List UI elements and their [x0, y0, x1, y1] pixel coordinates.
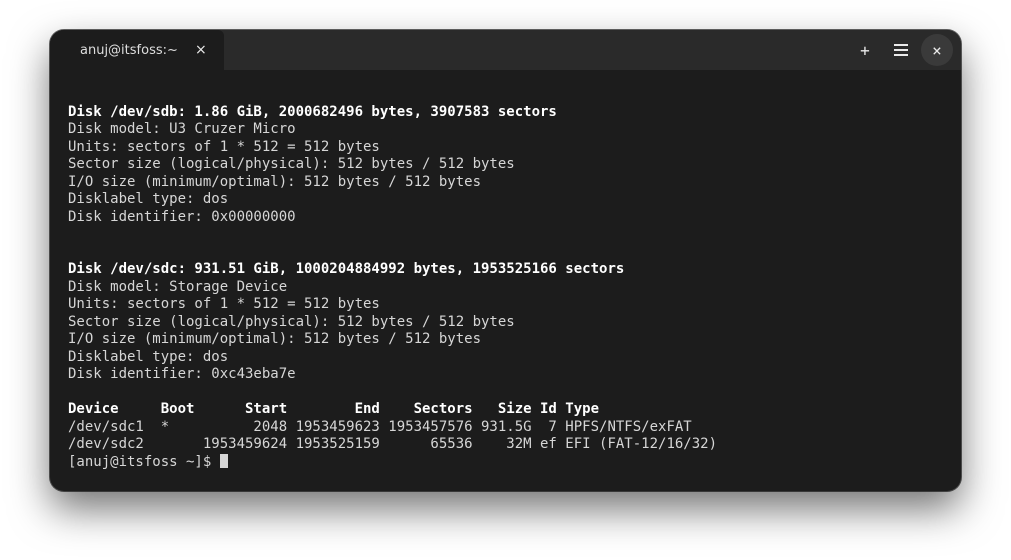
partition-table-header: Device Boot Start End Sectors Size Id Ty…: [68, 401, 599, 417]
partition-row: /dev/sdc2 1953459624 1953525159 65536 32…: [68, 436, 717, 452]
disk-model: Disk model: U3 Cruzer Micro: [68, 121, 304, 137]
hamburger-icon: [894, 44, 908, 56]
titlebar-controls: + ×: [849, 34, 953, 66]
cursor-icon: [220, 454, 228, 468]
tab-title: anuj@itsfoss:~: [80, 43, 178, 58]
disk-io-size: I/O size (minimum/optimal): 512 bytes / …: [68, 331, 481, 347]
disk-sector-size: Sector size (logical/physical): 512 byte…: [68, 314, 515, 330]
titlebar: anuj@itsfoss:~ × + ×: [50, 30, 961, 70]
disk-identifier: Disk identifier: 0xc43eba7e: [68, 366, 296, 382]
close-icon[interactable]: ×: [192, 41, 210, 59]
disk-io-size: I/O size (minimum/optimal): 512 bytes / …: [68, 174, 481, 190]
disk-header: Disk /dev/sdc: 931.51 GiB, 1000204884992…: [68, 261, 624, 277]
disk-header: Disk /dev/sdb: 1.86 GiB, 2000682496 byte…: [68, 104, 557, 120]
disk-identifier: Disk identifier: 0x00000000: [68, 209, 296, 225]
disk-model: Disk model: Storage Device: [68, 279, 304, 295]
disk-label-type: Disklabel type: dos: [68, 191, 228, 207]
disk-label-type: Disklabel type: dos: [68, 349, 228, 365]
tab-active[interactable]: anuj@itsfoss:~ ×: [50, 30, 224, 70]
tab-area: anuj@itsfoss:~ ×: [50, 30, 224, 70]
disk-units: Units: sectors of 1 * 512 = 512 bytes: [68, 139, 380, 155]
terminal-body[interactable]: Disk /dev/sdb: 1.86 GiB, 2000682496 byte…: [50, 70, 961, 491]
partition-row: /dev/sdc1 * 2048 1953459623 1953457576 9…: [68, 419, 692, 435]
disk-sector-size: Sector size (logical/physical): 512 byte…: [68, 156, 515, 172]
menu-button[interactable]: [885, 34, 917, 66]
terminal-window: anuj@itsfoss:~ × + × Disk /dev/sdb: 1.86…: [50, 30, 961, 491]
disk-units: Units: sectors of 1 * 512 = 512 bytes: [68, 296, 380, 312]
window-close-button[interactable]: ×: [921, 34, 953, 66]
shell-prompt: [anuj@itsfoss ~]$: [68, 454, 220, 470]
new-tab-button[interactable]: +: [849, 34, 881, 66]
